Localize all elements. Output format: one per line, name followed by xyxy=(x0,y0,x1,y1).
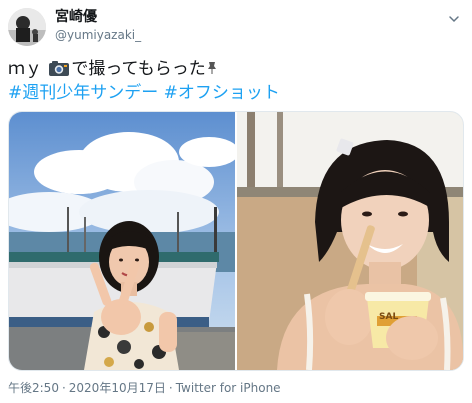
photo-girl-peace-sign[interactable] xyxy=(9,112,235,370)
tweet-text: ｍｙ で撮ってもらった #週刊少年サンデー #オフショット xyxy=(8,57,464,105)
chevron-down-icon[interactable] xyxy=(448,10,460,23)
tweet-source-link[interactable]: Twitter for iPhone xyxy=(176,381,281,395)
tweet-hashtags-line: #週刊少年サンデー #オフショット xyxy=(8,81,464,105)
author-display-name[interactable]: 宮崎優 xyxy=(55,8,97,26)
photo-left-image xyxy=(9,112,235,370)
hashtag-link[interactable]: #オフショット xyxy=(164,83,280,103)
media-grid: SAL xyxy=(8,111,464,371)
tweet-text-line-1: ｍｙ で撮ってもらった xyxy=(8,57,464,81)
avatar[interactable] xyxy=(8,8,46,46)
tweet-text-after-emoji: で撮ってもらった xyxy=(71,59,206,79)
tweet-card: 宮崎優 @yumiyazaki_ ｍｙ で撮ってもらった #週刊少年サンデー #… xyxy=(0,0,472,403)
hashtag-link[interactable]: #週刊少年サンデー xyxy=(8,83,158,103)
tweet-text-before-emoji: ｍｙ xyxy=(8,59,48,79)
photo-girl-ice-cream[interactable]: SAL xyxy=(237,112,463,370)
meta-separator: · xyxy=(168,381,173,395)
ice-cream-cup-label: SAL xyxy=(379,312,399,322)
tweet-time[interactable]: 午後2:50 xyxy=(8,381,59,395)
author-handle[interactable]: @yumiyazaki_ xyxy=(55,27,141,43)
camera-emoji xyxy=(48,59,70,77)
meta-separator: · xyxy=(61,381,66,395)
tweet-metadata: 午後2:50 · 2020年10月17日 · Twitter for iPhone xyxy=(8,380,281,396)
tweet-date[interactable]: 2020年10月17日 xyxy=(69,381,166,395)
pushpin-emoji xyxy=(206,58,218,74)
photo-right-image xyxy=(237,112,463,370)
